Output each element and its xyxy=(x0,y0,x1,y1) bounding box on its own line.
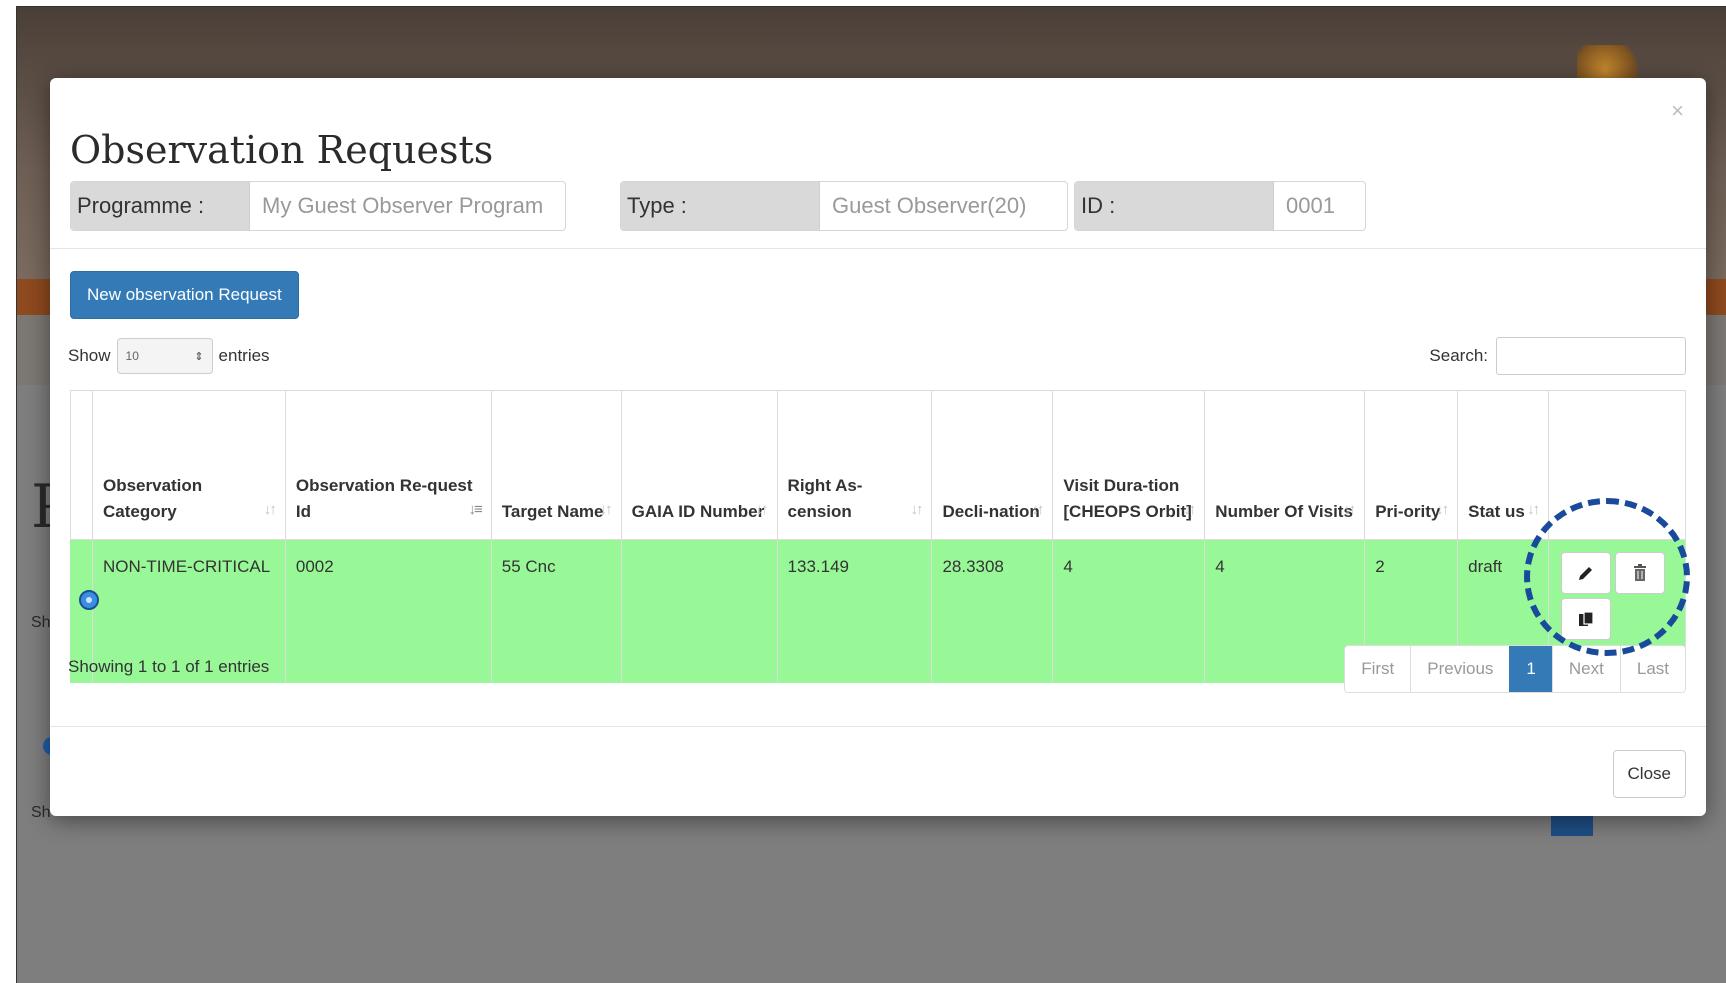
column-header-number-of-visits[interactable]: Number Of Visits ↓↑ xyxy=(1204,390,1366,540)
observation-requests-table: Observation Category ↓↑ Observation Re-qu… xyxy=(70,390,1686,683)
type-value: Guest Observer(20) xyxy=(820,182,1039,230)
sort-icon: ↓↑ xyxy=(1343,501,1356,518)
table-info-text: Showing 1 to 1 of 1 entries xyxy=(68,657,270,676)
delete-button[interactable] xyxy=(1615,552,1666,594)
select-column-header xyxy=(70,390,93,540)
cell-visit-duration: 4 xyxy=(1052,539,1206,683)
column-header-right-ascension[interactable]: Right As-cension ↓↑ xyxy=(776,390,933,540)
pagination-first[interactable]: First xyxy=(1345,646,1411,692)
select-arrows-icon: ⇕ xyxy=(194,350,204,363)
sort-icon: ↓↑ xyxy=(910,501,923,518)
row-radio-button[interactable] xyxy=(79,590,99,610)
column-header-visit-duration[interactable]: Visit Dura-tion [CHEOPS Orbit] ↓↑ xyxy=(1052,390,1206,540)
entries-length-control: Show 10 ⇕ entries xyxy=(68,336,270,376)
cell-gaia-id xyxy=(620,539,778,683)
pagination-last[interactable]: Last xyxy=(1619,646,1685,692)
background-text: Sh xyxy=(31,614,51,631)
column-header-label: Decli-nation xyxy=(942,502,1040,521)
copy-button[interactable] xyxy=(1561,598,1612,640)
column-header-category[interactable]: Observation Category ↓↑ xyxy=(91,390,286,540)
sort-icon: ↓↑ xyxy=(1183,501,1196,518)
cell-declination: 28.3308 xyxy=(931,539,1054,683)
entries-select[interactable]: 10 ⇕ xyxy=(116,338,213,374)
show-label: Show xyxy=(68,346,111,365)
entries-label: entries xyxy=(218,346,270,365)
pagination: First Previous 1 Next Last xyxy=(1344,645,1686,693)
column-header-label: Number Of Visits xyxy=(1215,502,1353,521)
header-divider xyxy=(50,248,1706,249)
background-text: Sh xyxy=(31,804,51,821)
close-icon[interactable]: × xyxy=(1671,98,1684,124)
column-header-request-id[interactable]: Observation Re-quest Id ↓≡ xyxy=(284,390,492,540)
column-header-declination[interactable]: Decli-nation ↓↑ xyxy=(931,390,1054,540)
cell-right-ascension: 133.149 xyxy=(776,539,933,683)
pagination-next[interactable]: Next xyxy=(1551,646,1620,692)
id-label: ID : xyxy=(1075,182,1274,230)
column-header-target-name[interactable]: Target Name ↓↑ xyxy=(490,390,622,540)
programme-value: My Guest Observer Program xyxy=(250,182,556,230)
column-header-gaia-id[interactable]: GAIA ID Number ↓↑ xyxy=(620,390,778,540)
pagination-previous[interactable]: Previous xyxy=(1410,646,1510,692)
close-button[interactable]: Close xyxy=(1612,750,1686,798)
copy-icon xyxy=(1579,611,1594,626)
column-header-label: Right As-cension xyxy=(787,476,863,521)
column-header-label: Pri-ority xyxy=(1375,502,1441,521)
column-header-label: Observation Category xyxy=(102,476,203,521)
sort-ascending-icon: ↓≡ xyxy=(468,501,482,518)
sort-icon: ↓↑ xyxy=(1527,501,1540,518)
column-header-label: Target Name xyxy=(501,502,604,521)
column-header-label: GAIA ID Number xyxy=(631,502,765,521)
type-label: Type : xyxy=(621,182,820,230)
sort-icon: ↓↑ xyxy=(1436,501,1449,518)
cell-request-id: 0002 xyxy=(284,539,492,683)
actions-column-header xyxy=(1548,390,1686,540)
sort-icon: ↓↑ xyxy=(263,501,277,518)
search-control: Search: xyxy=(1429,336,1686,376)
search-input[interactable] xyxy=(1496,337,1686,375)
column-header-label: Visit Dura-tion [CHEOPS Orbit] xyxy=(1063,476,1192,521)
column-header-label: Observation Re-quest Id xyxy=(295,476,473,521)
footer-divider xyxy=(50,726,1706,727)
type-field: Type : Guest Observer(20) xyxy=(620,181,1068,231)
id-field: ID : 0001 xyxy=(1074,181,1366,231)
sort-icon: ↓↑ xyxy=(599,501,613,518)
observation-requests-modal: × Observation Requests Programme : My Gu… xyxy=(50,78,1706,816)
pagination-page-1[interactable]: 1 xyxy=(1509,646,1552,692)
edit-button[interactable] xyxy=(1561,552,1612,594)
sort-icon: ↓↑ xyxy=(755,501,769,518)
column-header-status[interactable]: Stat us ↓↑ xyxy=(1457,390,1550,540)
trash-icon xyxy=(1634,564,1647,581)
modal-title: Observation Requests xyxy=(70,128,494,172)
programme-label: Programme : xyxy=(71,182,250,230)
cell-number-of-visits: 4 xyxy=(1204,539,1366,683)
programme-field: Programme : My Guest Observer Program xyxy=(70,181,566,231)
pencil-icon xyxy=(1579,567,1593,580)
column-header-priority[interactable]: Pri-ority ↓↑ xyxy=(1364,390,1459,540)
search-label: Search: xyxy=(1429,346,1488,365)
id-value: 0001 xyxy=(1274,182,1347,230)
new-observation-request-button[interactable]: New observation Request xyxy=(70,271,299,319)
entries-select-value: 10 xyxy=(125,349,139,363)
cell-target-name: 55 Cnc xyxy=(490,539,622,683)
column-header-label: Stat us xyxy=(1468,502,1525,521)
sort-icon: ↓↑ xyxy=(1031,501,1044,518)
